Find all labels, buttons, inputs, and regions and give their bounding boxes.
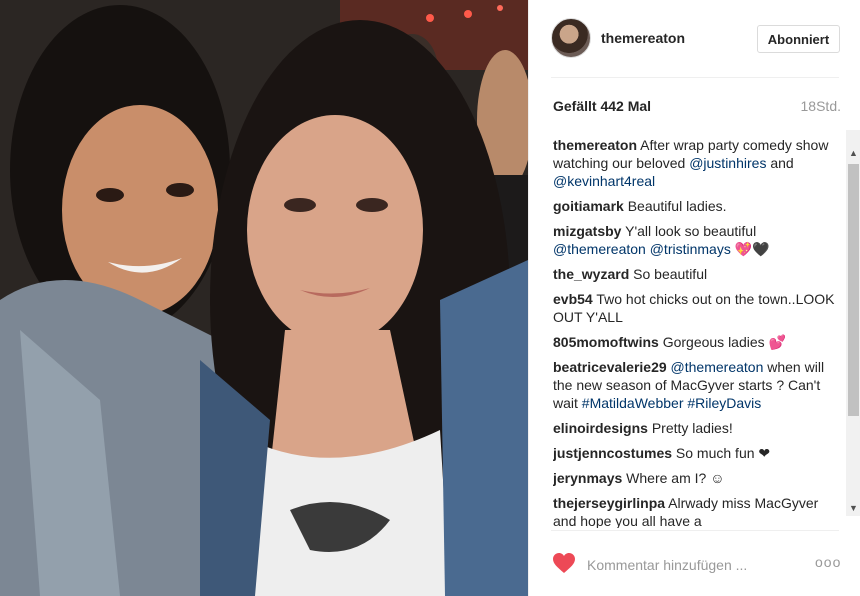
- comment-mention-link[interactable]: @themereaton: [671, 359, 764, 375]
- comment-text: Beautiful ladies.: [627, 198, 727, 214]
- scroll-up-arrow-icon[interactable]: ▲: [846, 144, 860, 161]
- more-options-icon[interactable]: ooo: [815, 554, 841, 570]
- comment-mention-link[interactable]: @tristinmays: [650, 241, 731, 257]
- comment-item: elinoirdesigns Pretty ladies!: [553, 419, 845, 437]
- comment-username[interactable]: thejerseygirlinpa: [553, 495, 665, 511]
- comment-mention-link[interactable]: #RileyDavis: [687, 395, 761, 411]
- avatar[interactable]: [551, 18, 591, 58]
- heart-icon[interactable]: [552, 552, 576, 574]
- comment-input[interactable]: [587, 555, 787, 575]
- comment-item: evb54 Two hot chicks out on the town..LO…: [553, 290, 845, 326]
- comment-username[interactable]: 805momoftwins: [553, 334, 659, 350]
- comment-mention-link[interactable]: @themereaton: [553, 241, 646, 257]
- comment-username[interactable]: elinoirdesigns: [553, 420, 648, 436]
- comment-item: goitiamark Beautiful ladies.: [553, 197, 845, 215]
- post-timestamp[interactable]: 18Std.: [801, 98, 841, 114]
- comment-text: 💖🖤: [730, 241, 770, 257]
- comment-mention-link[interactable]: @justinhires: [689, 155, 766, 171]
- post-header: themereaton Abonniert: [529, 0, 860, 78]
- likes-count[interactable]: Gefällt 442 Mal: [553, 98, 651, 114]
- comment-item: mizgatsby Y'all look so beautiful @theme…: [553, 222, 845, 258]
- comment-item: thejerseygirlinpa Alrwady miss MacGyver …: [553, 494, 845, 528]
- comment-username[interactable]: the_wyzard: [553, 266, 629, 282]
- comment-username[interactable]: goitiamark: [553, 198, 624, 214]
- comment-username[interactable]: themereaton: [553, 137, 637, 153]
- comment-mention-link[interactable]: #MatildaWebber: [582, 395, 684, 411]
- comment-username[interactable]: mizgatsby: [553, 223, 621, 239]
- post-photo[interactable]: [0, 0, 528, 596]
- comment-text: Gorgeous ladies 💕: [662, 334, 786, 350]
- scrollbar-thumb[interactable]: [848, 164, 859, 416]
- comment-item: justjenncostumes So much fun ❤: [553, 444, 845, 462]
- comment-text: Where am I? ☺: [626, 470, 725, 486]
- comment-username[interactable]: evb54: [553, 291, 593, 307]
- comment-text: So beautiful: [633, 266, 708, 282]
- comment-item: 805momoftwins Gorgeous ladies 💕: [553, 333, 845, 351]
- comments-list[interactable]: themereaton After wrap party comedy show…: [553, 136, 845, 528]
- comment-mention-link[interactable]: @kevinhart4real: [553, 173, 655, 189]
- comment-text: and: [766, 155, 794, 171]
- comment-text: Pretty ladies!: [651, 420, 733, 436]
- comment-text: Two hot chicks out on the town..LOOK OUT…: [553, 291, 835, 325]
- comment-username[interactable]: beatricevalerie29: [553, 359, 667, 375]
- comment-username[interactable]: jerynmays: [553, 470, 622, 486]
- comment-username[interactable]: justjenncostumes: [553, 445, 672, 461]
- likes-row: Gefällt 442 Mal 18Std.: [553, 98, 841, 118]
- instagram-post: themereaton Abonniert Gefällt 442 Mal 18…: [0, 0, 860, 596]
- comments-scrollbar[interactable]: ▲ ▼: [846, 130, 860, 516]
- follow-button[interactable]: Abonniert: [757, 25, 840, 53]
- post-side-panel: themereaton Abonniert Gefällt 442 Mal 18…: [528, 0, 860, 596]
- comment-item: beatricevalerie29 @themereaton when will…: [553, 358, 845, 412]
- comment-item: themereaton After wrap party comedy show…: [553, 136, 845, 190]
- selfie-photo-illustration: [0, 0, 528, 596]
- footer-divider: [551, 530, 839, 531]
- comment-item: the_wyzard So beautiful: [553, 265, 845, 283]
- comment-item: jerynmays Where am I? ☺: [553, 469, 845, 487]
- scroll-down-arrow-icon[interactable]: ▼: [846, 499, 860, 516]
- comment-text: Y'all look so beautiful: [625, 223, 757, 239]
- comment-text: So much fun ❤: [675, 445, 771, 461]
- header-divider: [551, 77, 839, 78]
- post-author-username[interactable]: themereaton: [601, 30, 685, 46]
- post-footer: ooo: [529, 530, 860, 596]
